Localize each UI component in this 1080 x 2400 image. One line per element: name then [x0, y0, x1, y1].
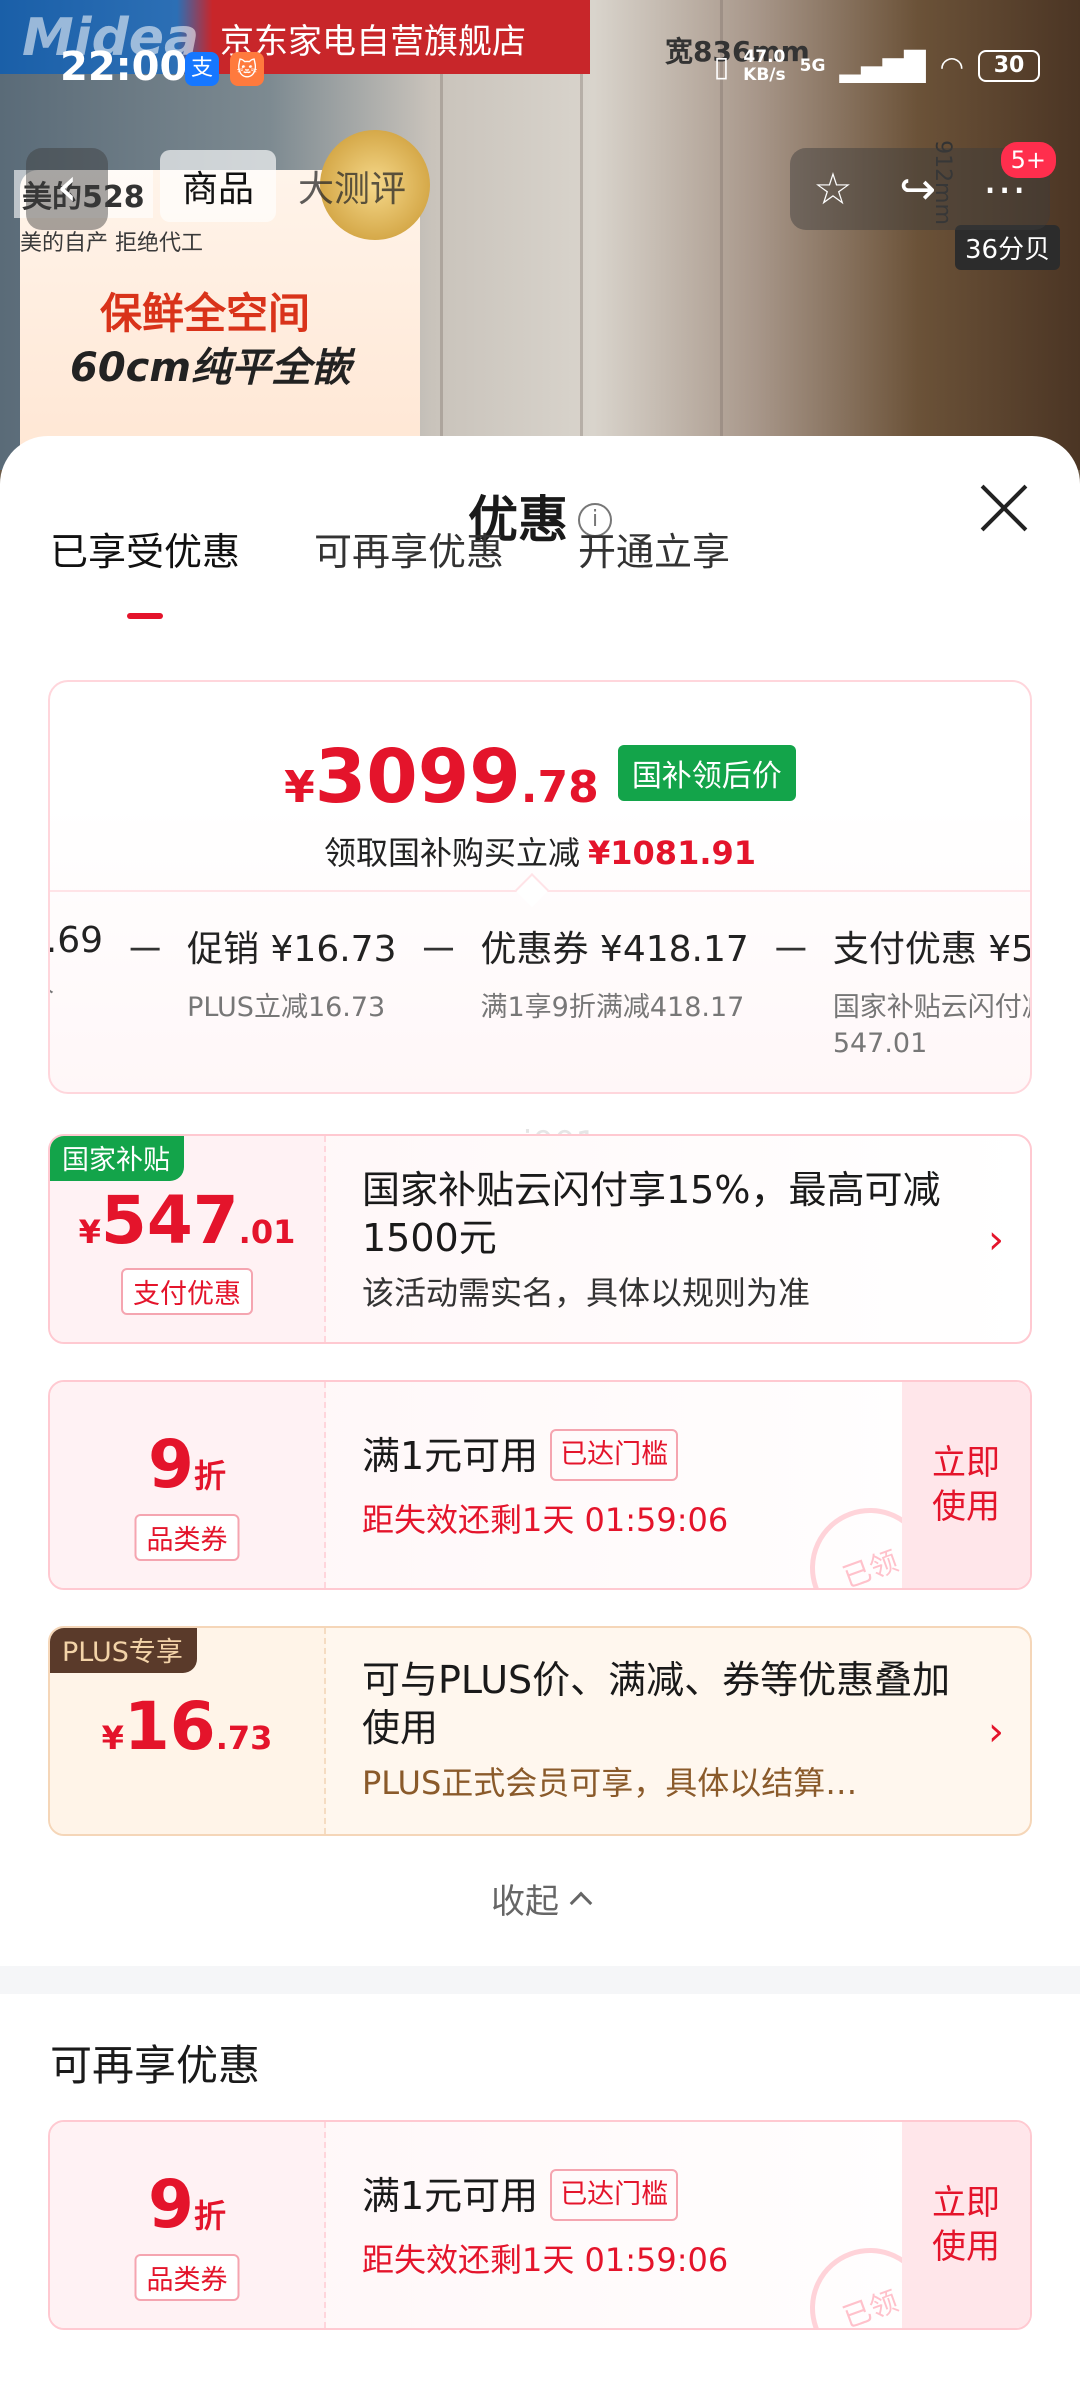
- noise-label: 36分贝: [955, 225, 1061, 270]
- countdown: 距失效还剩1天 01:59:06: [362, 1500, 729, 1539]
- minus-sign: －: [770, 928, 811, 974]
- star-icon[interactable]: ☆: [813, 164, 852, 215]
- signal-icon: ▂▄▆█: [839, 49, 926, 83]
- back-arrow-icon[interactable]: ‹: [26, 148, 108, 230]
- product-nav-tabs: 商品 大测评: [160, 150, 428, 222]
- breakdown-item: 31.69 东价: [48, 920, 104, 1012]
- coupon-type-pill: 支付优惠: [121, 1268, 253, 1315]
- threshold-tag: 已达门槛: [550, 1428, 679, 1481]
- message-count-badge: 5+: [1000, 142, 1056, 178]
- price-tag: 国补领后价: [617, 745, 796, 801]
- coupon-type-pill: 品类券: [134, 2254, 240, 2301]
- coupon-amount: ¥16.73: [101, 1688, 273, 1765]
- network-type: 5G: [799, 56, 826, 76]
- coupon-note: 该活动需实名，具体以规则为准: [362, 1274, 811, 1312]
- tab-product[interactable]: 商品: [160, 150, 277, 222]
- savings-line: 领取国补购买立减 ¥1081.91: [323, 834, 757, 872]
- net-speed: 47.0 KB/s: [743, 47, 786, 85]
- chevron-right-icon[interactable]: ›: [988, 1709, 1004, 1755]
- chevron-right-icon[interactable]: ›: [988, 1217, 1004, 1263]
- coupon-amount: 9折: [148, 1426, 226, 1503]
- category-coupon: 9折 品类券 满1元可用 已达门槛 距失效还剩1天 01:59:06 已领 立即使…: [48, 1380, 1032, 1590]
- coupon-amount-area: 9折 品类券: [50, 1382, 326, 1588]
- battery-icon: 30: [978, 50, 1040, 82]
- breakdown-item: 促销 ¥16.73 PLUS立减16.73: [187, 929, 397, 1023]
- breakdown-item: 优惠券 ¥418.17 满1享9折满减418.17: [480, 929, 749, 1023]
- coupon-title: 满1元可用 已达门槛: [362, 1428, 880, 1485]
- coupon-note: PLUS正式会员可享，具体以结算…: [362, 1764, 858, 1802]
- divider-notch: [515, 873, 549, 907]
- coupon-amount-area: 9折 品类券: [50, 2122, 326, 2328]
- coupon-body: 满1元可用 已达门槛 距失效还剩1天 01:59:06: [362, 2168, 880, 2281]
- tab-activate[interactable]: 开通立享: [578, 436, 730, 661]
- alipay-notification-icon: 支: [185, 52, 219, 86]
- coupon-type-pill: 品类券: [134, 1514, 240, 1561]
- promo-headline: 保鲜全空间: [100, 289, 311, 338]
- coupon-tag: PLUS专享: [50, 1628, 197, 1673]
- section-title: 可再享优惠: [50, 2041, 261, 2090]
- coupon-tag: 国家补贴: [50, 1136, 184, 1181]
- gov-subsidy-coupon[interactable]: 国家补贴 ¥547.01 支付优惠 国家补贴云闪付享15%，最高可减1500元 …: [48, 1134, 1032, 1344]
- collapse-button[interactable]: 收起: [0, 1874, 1080, 1923]
- close-icon[interactable]: [976, 480, 1032, 536]
- coupon-amount: ¥547.01: [78, 1182, 296, 1259]
- chevron-up-icon: [569, 1891, 593, 1915]
- tab-review[interactable]: 大测评: [276, 150, 428, 222]
- coupon-amount-area: 国家补贴 ¥547.01 支付优惠: [50, 1136, 326, 1342]
- status-icons: ▯ 47.0 KB/s 5G ▂▄▆█ ◠ 30: [714, 48, 1040, 84]
- wifi-icon: ◠: [939, 49, 964, 83]
- coupon-title: 可与PLUS价、满减、券等优惠叠加使用: [362, 1658, 951, 1750]
- tab-enjoyed[interactable]: 已享受优惠: [50, 436, 240, 661]
- clock: 22:00: [60, 44, 188, 90]
- minus-sign: －: [125, 928, 166, 974]
- discount-sheet: 优惠 i 已享受优惠 可再享优惠 开通立享 ¥3099.78 国补领后价 领取国补…: [0, 436, 1080, 2400]
- section-separator: [0, 1966, 1080, 1994]
- final-price-row: ¥3099.78 国补领后价: [50, 734, 1030, 820]
- discount-tabs: 已享受优惠 可再享优惠 开通立享: [0, 530, 1080, 661]
- coupon-body: 国家补贴云闪付享15%，最高可减1500元 该活动需实名，具体以规则为准: [362, 1166, 960, 1314]
- price-breakdown: 31.69 东价 － 促销 ¥16.73 PLUS立减16.73 － 优惠券 ¥…: [48, 920, 1032, 1062]
- breakdown-item: 支付优惠 ¥547 国家补贴云闪付减547.01: [832, 929, 1032, 1059]
- use-now-button[interactable]: 立即使用: [902, 1382, 1030, 1588]
- use-now-button[interactable]: 立即使用: [902, 2122, 1030, 2328]
- coupon-body: 可与PLUS价、满减、券等优惠叠加使用 PLUS正式会员可享，具体以结算…: [362, 1656, 960, 1804]
- minus-sign: －: [418, 928, 459, 974]
- app-notification-icon: 🐱: [230, 52, 264, 86]
- coupon-title: 国家补贴云闪付享15%，最高可减1500元: [362, 1168, 941, 1260]
- coupon-amount-area: PLUS专享 ¥16.73: [50, 1628, 326, 1834]
- category-coupon: 9折 品类券 满1元可用 已达门槛 距失效还剩1天 01:59:06 已领 立即使…: [48, 2120, 1032, 2330]
- promo-subheadline: 60cm纯平全嵌: [70, 345, 352, 391]
- coupon-title: 满1元可用 已达门槛: [362, 2168, 880, 2225]
- tab-more-available[interactable]: 可再享优惠: [314, 436, 504, 661]
- coupon-amount: 9折: [148, 2166, 226, 2243]
- threshold-tag: 已达门槛: [550, 2168, 679, 2221]
- share-icon[interactable]: ↪: [899, 164, 936, 215]
- vibrate-icon: ▯: [713, 49, 730, 83]
- countdown: 距失效还剩1天 01:59:06: [362, 2240, 729, 2279]
- plus-coupon[interactable]: PLUS专享 ¥16.73 可与PLUS价、满减、券等优惠叠加使用 PLUS正式…: [48, 1626, 1032, 1836]
- coupon-body: 满1元可用 已达门槛 距失效还剩1天 01:59:06: [362, 1428, 880, 1541]
- status-bar: 22:00 支 🐱 ▯ 47.0 KB/s 5G ▂▄▆█ ◠ 30: [0, 0, 1080, 140]
- final-price: ¥3099.78: [284, 734, 599, 820]
- price-summary-card: ¥3099.78 国补领后价 领取国补购买立减¥1081.91 31.69 东价…: [48, 680, 1032, 1094]
